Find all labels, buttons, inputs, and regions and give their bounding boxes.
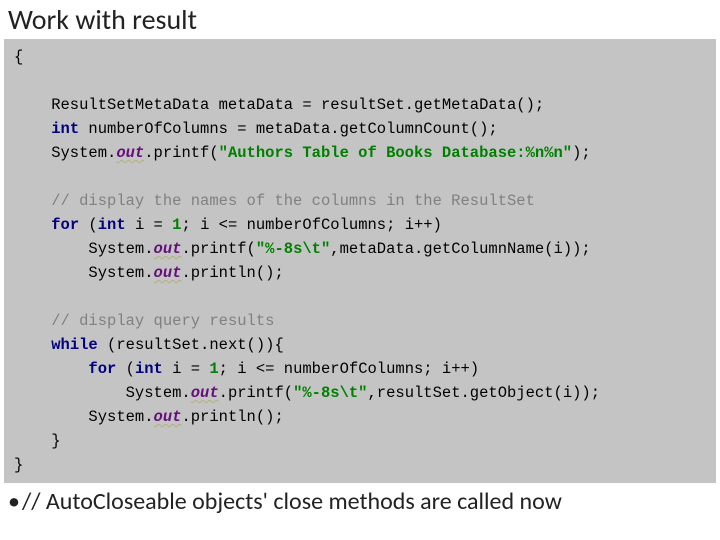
code-line: System.out.printf("Authors Table of Book…: [14, 144, 591, 162]
code-text: (resultSet.next()){: [98, 336, 284, 354]
comment: // display query results: [51, 312, 274, 330]
code-text: );: [572, 144, 591, 162]
keyword: for: [88, 360, 116, 378]
bullet-icon: [8, 487, 22, 516]
code-text: System.: [14, 264, 154, 282]
code-text: ,resultSet.getObject(i));: [367, 384, 600, 402]
code-text: (: [116, 360, 135, 378]
code-line: int numberOfColumns = metaData.getColumn…: [14, 120, 498, 138]
keyword: for: [51, 216, 79, 234]
code-line: // display the names of the columns in t…: [14, 192, 535, 210]
slide-title: Work with result: [0, 0, 720, 39]
comment: // display the names of the columns in t…: [51, 192, 535, 210]
string: "%-8s\t": [293, 384, 367, 402]
code-line: ResultSetMetaData metaData = resultSet.g…: [14, 96, 544, 114]
field-out: out: [154, 264, 182, 282]
code-text: i =: [126, 216, 173, 234]
code-text: numberOfColumns = metaData.getColumnCoun…: [79, 120, 498, 138]
bullet-text: // AutoCloseable objects' close methods …: [0, 483, 720, 516]
code-line: [14, 168, 51, 186]
field-out: out: [116, 144, 144, 162]
code-line: while (resultSet.next()){: [14, 336, 284, 354]
code-text: ; i <= numberOfColumns; i++): [181, 216, 441, 234]
code-text: System.: [14, 144, 116, 162]
field-out: out: [191, 384, 219, 402]
keyword: while: [51, 336, 98, 354]
code-text: ,metaData.getColumnName(i));: [330, 240, 590, 258]
code-line: for (int i = 1; i <= numberOfColumns; i+…: [14, 360, 479, 378]
code-text: .printf(: [181, 240, 255, 258]
code-text: System.: [14, 384, 191, 402]
code-line: }: [14, 432, 61, 450]
bullet-content: // AutoCloseable objects' close methods …: [22, 487, 562, 516]
code-line: }: [14, 456, 23, 474]
code-text: System.: [14, 240, 154, 258]
code-text: .printf(: [144, 144, 218, 162]
code-text: .printf(: [219, 384, 293, 402]
field-out: out: [154, 240, 182, 258]
code-line: System.out.println();: [14, 408, 284, 426]
keyword: int: [98, 216, 126, 234]
number: 1: [209, 360, 218, 378]
code-line: System.out.printf("%-8s\t",metaData.getC…: [14, 240, 591, 258]
string: "%-8s\t": [256, 240, 330, 258]
code-line: System.out.printf("%-8s\t",resultSet.get…: [14, 384, 600, 402]
code-text: i =: [163, 360, 210, 378]
code-block: { ResultSetMetaData metaData = resultSet…: [4, 39, 716, 483]
keyword: int: [51, 120, 79, 138]
code-line: for (int i = 1; i <= numberOfColumns; i+…: [14, 216, 442, 234]
code-line: {: [14, 48, 23, 66]
code-line: // display query results: [14, 312, 274, 330]
field-out: out: [154, 408, 182, 426]
code-text: (: [79, 216, 98, 234]
code-line: System.out.println();: [14, 264, 284, 282]
code-text: System.: [14, 408, 154, 426]
string: "Authors Table of Books Database:%n%n": [219, 144, 572, 162]
keyword: int: [135, 360, 163, 378]
code-text: .println();: [181, 264, 283, 282]
code-text: .println();: [181, 408, 283, 426]
code-text: ; i <= numberOfColumns; i++): [219, 360, 479, 378]
code-line: [14, 288, 51, 306]
